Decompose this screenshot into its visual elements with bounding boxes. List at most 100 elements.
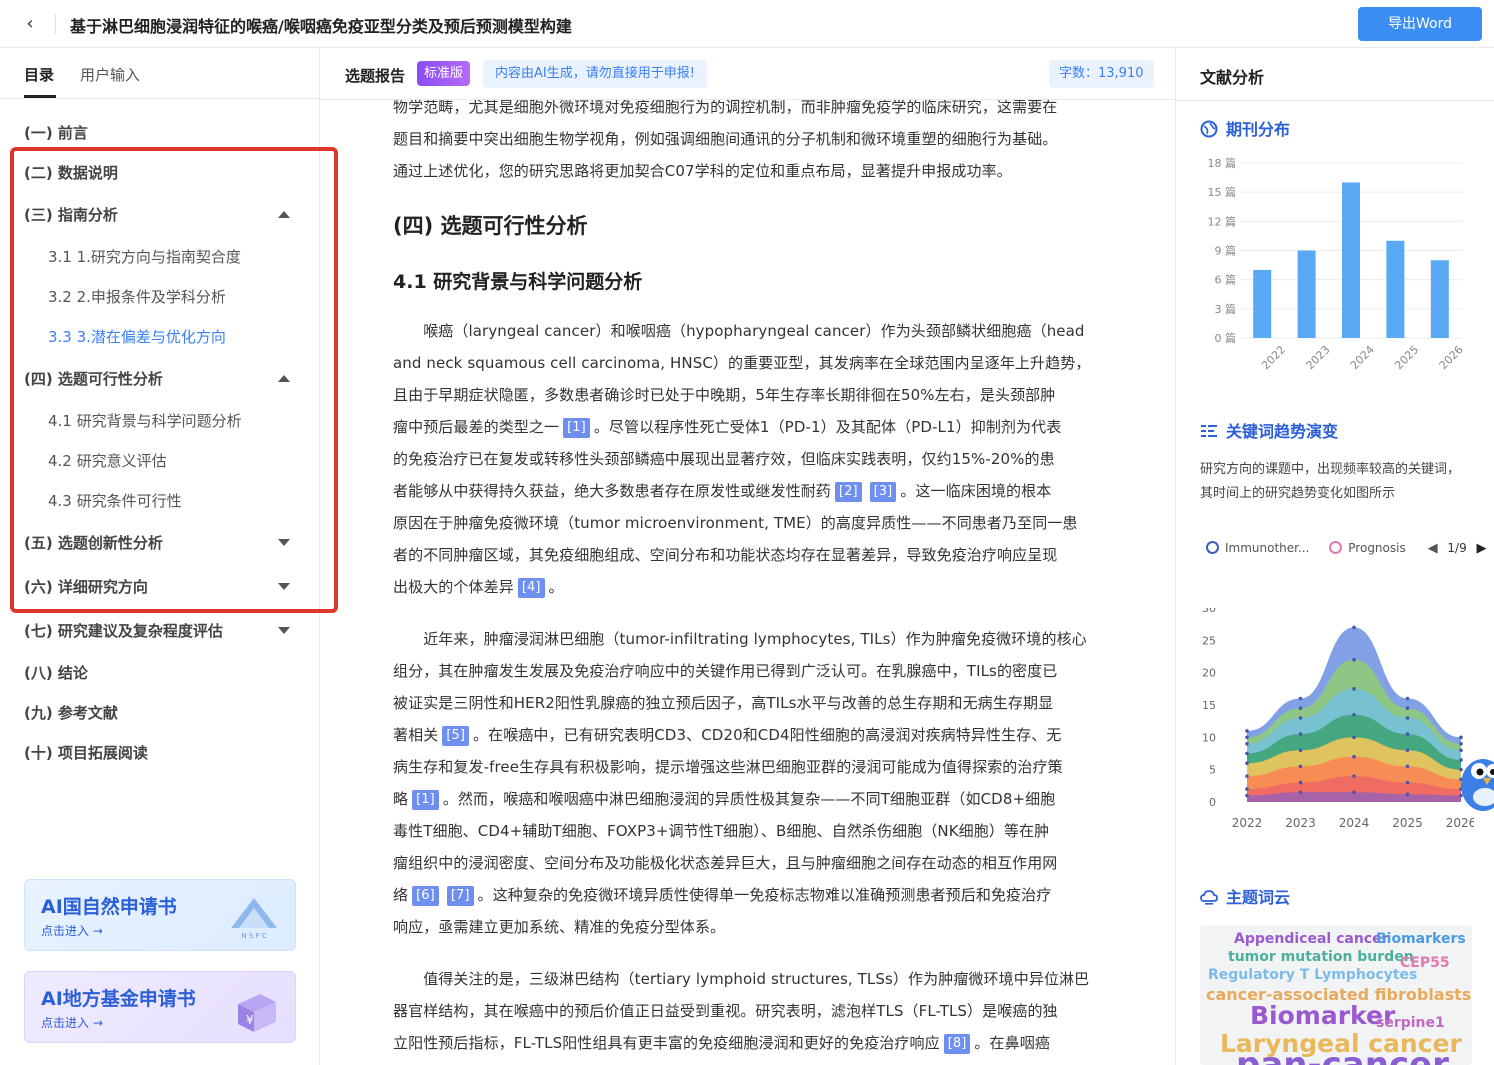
text-segment: 近年来，肿瘤浸润淋巴细胞（tumor-infiltrating lymphocy…	[393, 630, 1087, 648]
legend-next-icon[interactable]: ▶	[1477, 541, 1487, 556]
text-segment: 出极大的个体差异	[393, 578, 514, 596]
right-panel: 文献分析 期刊分布 0 篇 3 篇 6 篇 9 篇 12 篇 15 篇 18 篇 2022 20…	[1175, 48, 1494, 1065]
citation-link[interactable]: [3]	[869, 482, 897, 502]
word-cloud-term[interactable]: Biomarkers	[1376, 931, 1466, 947]
text-segment: 络	[393, 886, 409, 904]
word-cloud-term[interactable]: Regulatory T Lymphocytes	[1208, 967, 1417, 983]
bar[interactable]	[1253, 269, 1272, 338]
citation-link[interactable]: [5]	[442, 726, 470, 746]
y-tick-label: 5	[1209, 764, 1216, 777]
card-title: AI地方基金申请书	[41, 988, 196, 1010]
y-tick-label: 12 篇	[1208, 214, 1237, 228]
report-header: 选题报告 标准版 内容由AI生成，请勿直接用于申报! 字数：13,910	[320, 48, 1175, 100]
bar[interactable]	[1430, 260, 1449, 338]
text-line: 器官样结构，其在喉癌中的预后价值正日益受到重视。研究表明，滤泡样TLS（FL-T…	[393, 995, 1103, 1027]
legend-dot-icon	[1329, 541, 1343, 554]
data-point	[1405, 748, 1410, 753]
text-line: 者的不同肿瘤区域，其免疫细胞组成、空间分布和功能状态均存在显著差异，导致免疫治疗…	[393, 539, 1103, 571]
data-point	[1245, 751, 1249, 756]
data-point	[1405, 696, 1410, 701]
card-enter-link[interactable]: 点击进入 →	[41, 922, 103, 939]
text-line: 瘤组织中的浸润密度、空间分布及功能极化状态差异巨大，且与肿瘤细胞之间存在动态的相…	[393, 847, 1103, 879]
text-line: 题目和摘要中突出细胞生物学视角，例如强调细胞间通讯的分子机制和微环境重塑的细胞行…	[393, 130, 1058, 148]
citation-link[interactable]: [1]	[412, 790, 439, 810]
x-tick-label: 2024	[1348, 343, 1377, 372]
text-segment: 立阳性预后指标，FL-TLS阳性组具有更丰富的免疫细胞浸润和更好的免疫治疗响应	[393, 1034, 940, 1052]
export-word-button[interactable]: 导出Word	[1358, 7, 1482, 41]
text-line: 络 [6] [7] 。这种复杂的免疫微环境异质性使得单一免疫标志物难以准确预测患者预后…	[393, 879, 1103, 911]
card-enter-link[interactable]: 点击进入 →	[41, 1014, 103, 1031]
y-tick-label: 25	[1202, 634, 1216, 647]
expand-caret-icon[interactable]	[278, 627, 290, 634]
word-count-badge: 字数：13,910	[1049, 60, 1154, 88]
text-segment: 响应，亟需建立更加系统、精准的免疫分型体系。	[393, 918, 726, 936]
text-line: and neck squamous cell carcinoma, HNSC）的…	[393, 347, 1103, 379]
bar[interactable]	[1297, 250, 1316, 339]
report-body: 物学范畴，尤其是细胞外微环境对免疫细胞行为的调控机制，而非肿瘤免疫学的临床研究，…	[393, 100, 1103, 1065]
text-line: 物学范畴，尤其是细胞外微环境对免疫细胞行为的调控机制，而非肿瘤免疫学的临床研究，…	[393, 100, 1058, 116]
globe-icon	[1200, 120, 1218, 138]
text-line: 原因在于肿瘤免疫微环境（tumor microenvironment, TME）…	[393, 507, 1103, 539]
citation-link[interactable]: [2]	[834, 482, 862, 502]
cloud-icon	[1200, 890, 1218, 905]
text-line: 喉癌（laryngeal cancer）和喉咽癌（hypopharyngeal …	[393, 315, 1103, 347]
journal-bar-chart: 0 篇 3 篇 6 篇 9 篇 12 篇 15 篇 18 篇 2022 2023 2024 2025…	[1208, 156, 1466, 372]
standard-edition-badge: 标准版	[417, 61, 471, 86]
word-cloud-term[interactable]: tumor mutation burden	[1228, 949, 1414, 965]
word-cloud-term[interactable]: pan-cancer	[1236, 1045, 1449, 1065]
legend-dot-icon	[1206, 541, 1219, 554]
data-point	[1405, 706, 1410, 711]
legend-item[interactable]: Prognosis	[1329, 541, 1406, 555]
citation-link[interactable]: [8]	[943, 1034, 971, 1054]
text-segment: 。	[548, 578, 564, 596]
y-tick-label: 15 篇	[1208, 185, 1237, 199]
back-arrow-icon[interactable]: ‹	[18, 12, 42, 36]
citation-link[interactable]: [4]	[517, 578, 545, 598]
toc-section-item[interactable]: (一) 前言	[24, 122, 88, 143]
tab-user-input[interactable]: 用户输入	[80, 64, 140, 85]
text-segment: 。在鼻咽癌	[974, 1034, 1050, 1052]
nsfc-card[interactable]: AI国自然申请书 点击进入 → N S F C	[24, 879, 296, 951]
citation-link[interactable]: [6]	[412, 886, 439, 906]
toc-section-item[interactable]: (八) 结论	[24, 662, 88, 683]
keyword-section-title: 关键词趋势演变	[1226, 422, 1339, 441]
citation-link[interactable]: [1]	[563, 418, 590, 438]
wordcloud-section-heading: 主题词云	[1200, 884, 1290, 908]
document-title: 基于淋巴细胞浸润特征的喉癌/喉咽癌免疫亚型分类及预后预测模型构建	[70, 17, 572, 36]
word-cloud-term[interactable]: Appendiceal cancer	[1234, 931, 1389, 947]
paragraph: 近年来，肿瘤浸润淋巴细胞（tumor-infiltrating lymphocy…	[393, 623, 1103, 943]
paragraph: 喉癌（laryngeal cancer）和喉咽癌（hypopharyngeal …	[393, 315, 1103, 603]
data-point	[1352, 774, 1356, 778]
text-segment: 。这一临床困境的根本	[900, 482, 1052, 500]
legend-label: Prognosis	[1348, 541, 1406, 555]
data-point	[1298, 748, 1303, 753]
data-point	[1352, 735, 1356, 740]
toc-section-item[interactable]: (九) 参考文献	[24, 702, 118, 723]
toc-section-item[interactable]: (十) 项目拓展阅读	[24, 742, 148, 763]
data-point	[1298, 790, 1303, 795]
mascot-bird-icon[interactable]	[1455, 745, 1494, 815]
y-tick-label: 6 篇	[1215, 273, 1237, 287]
x-tick-label: 2023	[1285, 816, 1316, 830]
keyword-trend-chart: 0510152025302022 2023 2024 2025 2026	[1202, 608, 1474, 830]
word-cloud-term[interactable]: Biomarker	[1250, 1001, 1395, 1030]
text-line: 值得关注的是，三级淋巴结构（tertiary lymphoid structur…	[393, 963, 1103, 995]
tab-toc[interactable]: 目录	[24, 64, 54, 85]
text-segment: 者的不同肿瘤区域，其免疫细胞组成、空间分布和功能状态均存在显著差异，导致免疫治疗…	[393, 546, 1058, 564]
y-tick-label: 20	[1202, 667, 1216, 680]
legend-prev-icon[interactable]: ◀	[1428, 541, 1438, 556]
toc-section-item[interactable]: (七) 研究建议及复杂程度评估	[24, 620, 223, 641]
bar[interactable]	[1386, 240, 1405, 338]
legend-item[interactable]: Immunother...	[1206, 541, 1309, 555]
data-point	[1405, 732, 1410, 736]
data-point	[1405, 780, 1410, 785]
text-segment: 值得关注的是，三级淋巴结构（tertiary lymphoid structur…	[393, 970, 1090, 988]
text-segment: 组分，其在肿瘤发生发展及免疫治疗响应中的关键作用已得到广泛认可。在乳腺癌中，TI…	[393, 662, 1058, 680]
y-tick-label: 10	[1202, 731, 1216, 744]
bar[interactable]	[1342, 182, 1360, 338]
y-tick-label: 0 篇	[1215, 331, 1237, 345]
text-segment: 的免疫治疗已在复发或转移性头颈部鳞癌中展现出显著疗效，但临床实践表明，仅约15%…	[393, 450, 1055, 468]
local-fund-card[interactable]: AI地方基金申请书 点击进入 → ¥	[24, 971, 296, 1043]
citation-link[interactable]: [7]	[446, 886, 474, 906]
text-segment: 毒性T细胞、CD4+辅助T细胞、FOXP3+调节性T细胞）、B细胞、自然杀伤细胞…	[393, 822, 1050, 840]
